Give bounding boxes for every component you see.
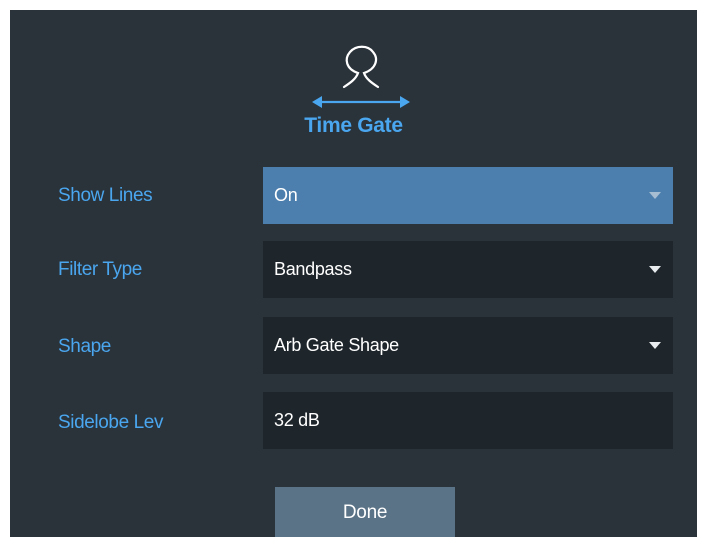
show-lines-label: Show Lines bbox=[58, 185, 153, 206]
dialog-title: Time Gate bbox=[304, 114, 403, 137]
time-gate-dialog: Time Gate Show Lines On Filter Type Band… bbox=[10, 10, 697, 537]
window-border-left bbox=[0, 0, 10, 537]
show-lines-value: On bbox=[274, 185, 298, 205]
done-button[interactable]: Done bbox=[275, 487, 455, 537]
filter-type-value: Bandpass bbox=[274, 259, 352, 279]
show-lines-dropdown[interactable]: On bbox=[263, 167, 673, 224]
window-border-top bbox=[0, 0, 704, 10]
chevron-down-icon bbox=[649, 192, 661, 199]
time-gate-loop-icon bbox=[312, 45, 410, 108]
sidelobe-lev-field[interactable]: 32 dB bbox=[263, 392, 673, 449]
chevron-down-icon bbox=[649, 342, 661, 349]
shape-label: Shape bbox=[58, 336, 111, 357]
window-border-right bbox=[697, 0, 704, 537]
filter-type-dropdown[interactable]: Bandpass bbox=[263, 241, 673, 298]
sidelobe-lev-value: 32 dB bbox=[274, 410, 320, 430]
sidelobe-lev-label: Sidelobe Lev bbox=[58, 412, 164, 433]
shape-dropdown[interactable]: Arb Gate Shape bbox=[263, 317, 673, 374]
shape-value: Arb Gate Shape bbox=[274, 335, 399, 355]
chevron-down-icon bbox=[649, 266, 661, 273]
filter-type-label: Filter Type bbox=[58, 259, 142, 280]
